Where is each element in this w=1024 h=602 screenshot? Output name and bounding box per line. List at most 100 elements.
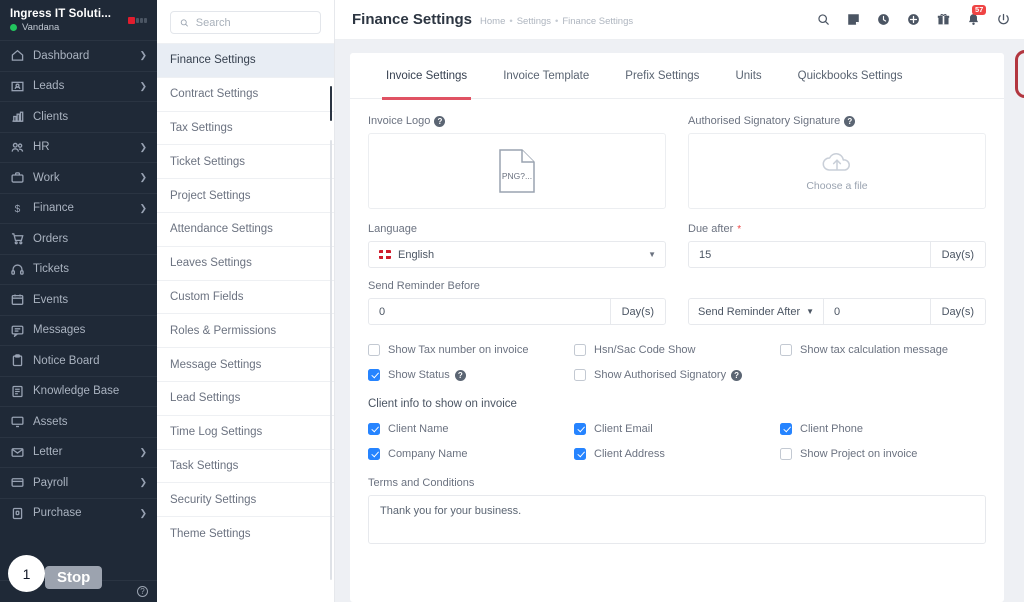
settings-item-theme-settings[interactable]: Theme Settings (157, 516, 334, 550)
question-icon[interactable]: ? (844, 115, 856, 127)
checkbox-show-authorised-signatory[interactable]: Show Authorised Signatory? (574, 364, 780, 386)
settings-item-time-log-settings[interactable]: Time Log Settings (157, 414, 334, 449)
checkbox-box[interactable] (368, 423, 380, 435)
checkbox-box[interactable] (574, 369, 586, 381)
sidebar-item-dashboard[interactable]: Dashboard ❯ (0, 40, 157, 71)
briefcase-icon (10, 171, 24, 185)
tab-units[interactable]: Units (717, 53, 779, 99)
settings-item-project-settings[interactable]: Project Settings (157, 178, 334, 212)
note-icon[interactable] (847, 13, 860, 26)
checkbox-box[interactable] (780, 448, 792, 460)
settings-scrollbar-track[interactable] (329, 140, 332, 580)
settings-item-custom-fields[interactable]: Custom Fields (157, 279, 334, 314)
sidebar-item-clients[interactable]: Clients (0, 101, 157, 132)
settings-item-ticket-settings[interactable]: Ticket Settings (157, 144, 334, 178)
checkbox-box[interactable] (368, 344, 380, 356)
reminder-after-field[interactable]: Send Reminder After ▼ 0 Day(s) (688, 298, 986, 325)
sidebar-item-tickets[interactable]: Tickets (0, 253, 157, 285)
power-icon[interactable] (997, 13, 1010, 26)
settings-item-lead-settings[interactable]: Lead Settings (157, 380, 334, 415)
question-icon[interactable]: ? (434, 115, 446, 127)
sidebar-item-events[interactable]: Events (0, 284, 157, 315)
breadcrumb-item[interactable]: Settings (517, 16, 551, 27)
breadcrumb-item[interactable]: Finance Settings (562, 16, 633, 27)
checkbox-client-name[interactable]: Client Name (368, 418, 574, 440)
brand-header[interactable]: Ingress IT Soluti... Vandana (0, 0, 157, 40)
due-after-value[interactable]: 15 (689, 249, 930, 261)
help-icon[interactable]: ? (137, 586, 148, 597)
finance-settings-panel: Invoice Settings Invoice Template Prefix S… (350, 50, 1024, 602)
language-select[interactable]: English ▼ (368, 241, 666, 268)
checkbox-show-project-on-invoice[interactable]: Show Project on invoice (780, 443, 986, 465)
checkbox-box[interactable] (780, 423, 792, 435)
gift-icon[interactable] (937, 13, 950, 26)
checkbox-box[interactable] (368, 448, 380, 460)
search-icon[interactable] (817, 13, 830, 26)
reminder-after-select[interactable]: Send Reminder After ▼ (689, 299, 825, 324)
checkbox-client-phone[interactable]: Client Phone (780, 418, 986, 440)
invoice-logo-group: Invoice Logo ? PNG?... (368, 115, 666, 209)
reminder-after-value[interactable]: 0 (824, 306, 930, 318)
settings-item-message-settings[interactable]: Message Settings (157, 347, 334, 381)
checkbox-company-name[interactable]: Company Name (368, 443, 574, 465)
sidebar-item-payroll[interactable]: Payroll ❯ (0, 467, 157, 498)
settings-search-box[interactable] (170, 11, 321, 34)
checkbox-client-address[interactable]: Client Address (574, 443, 780, 465)
sidebar-item-finance[interactable]: $ Finance ❯ (0, 192, 157, 224)
checkbox-box[interactable] (368, 369, 380, 381)
settings-item-label: Finance Settings (170, 54, 256, 67)
terms-textarea[interactable] (368, 495, 986, 544)
settings-item-label: Roles & Permissions (170, 324, 277, 337)
tab-invoice-settings[interactable]: Invoice Settings (368, 53, 485, 100)
tab-invoice-template[interactable]: Invoice Template (485, 53, 607, 99)
breadcrumb-item[interactable]: Home (480, 16, 505, 27)
settings-item-roles-permissions[interactable]: Roles & Permissions (157, 313, 334, 347)
sidebar-item-assets[interactable]: Assets (0, 406, 157, 437)
reminder-before-value[interactable]: 0 (369, 306, 610, 318)
checkbox-box[interactable] (574, 423, 586, 435)
settings-item-leaves-settings[interactable]: Leaves Settings (157, 245, 334, 280)
checkbox-hsn-sac-code-show[interactable]: Hsn/Sac Code Show (574, 339, 780, 361)
plus-circle-icon[interactable] (907, 13, 920, 26)
sidebar-item-hr[interactable]: HR ❯ (0, 131, 157, 163)
tab-prefix-settings[interactable]: Prefix Settings (607, 53, 717, 99)
question-icon[interactable]: ? (731, 369, 743, 381)
checkbox-show-tax-calculation-message[interactable]: Show tax calculation message (780, 339, 986, 361)
stop-button[interactable]: Stop (45, 566, 103, 589)
sidebar-item-label: Messages (33, 324, 86, 337)
checkbox-show-tax-number-on-invoice[interactable]: Show Tax number on invoice (368, 339, 574, 361)
signature-dropzone[interactable]: Choose a file (688, 133, 986, 209)
settings-scrollbar-thumb[interactable] (329, 86, 332, 121)
checkbox-client-email[interactable]: Client Email (574, 418, 780, 440)
sidebar-item-purchase[interactable]: Purchase ❯ (0, 497, 157, 529)
language-value: English (398, 248, 435, 261)
settings-item-contract-settings[interactable]: Contract Settings (157, 76, 334, 111)
checkbox-box[interactable] (574, 448, 586, 460)
tab-quickbooks-settings[interactable]: Quickbooks Settings (780, 53, 921, 99)
checkbox-show-status[interactable]: Show Status? (368, 364, 574, 386)
sidebar-item-leads[interactable]: Leads ❯ (0, 70, 157, 102)
settings-item-tax-settings[interactable]: Tax Settings (157, 110, 334, 145)
chevron-down-icon[interactable]: ▼ (648, 250, 665, 259)
clock-icon[interactable] (877, 13, 890, 26)
settings-item-security-settings[interactable]: Security Settings (157, 482, 334, 516)
bell-icon[interactable]: 57 (967, 5, 987, 26)
sidebar-item-orders[interactable]: Orders (0, 223, 157, 254)
upload-row: Invoice Logo ? PNG?... Authorised Signat… (368, 115, 986, 209)
sidebar-item-notice-board[interactable]: Notice Board (0, 345, 157, 376)
due-after-field[interactable]: 15 Day(s) (688, 241, 986, 268)
sidebar-item-knowledge-base[interactable]: Knowledge Base (0, 375, 157, 407)
sidebar-item-work[interactable]: Work ❯ (0, 162, 157, 193)
question-icon[interactable]: ? (454, 369, 466, 381)
sidebar-item-letter[interactable]: Letter ❯ (0, 436, 157, 468)
reminder-row: Send Reminder Before 0 Day(s) Send Remin… (368, 280, 986, 325)
reminder-before-field[interactable]: 0 Day(s) (368, 298, 666, 325)
checkbox-box[interactable] (780, 344, 792, 356)
settings-item-finance-settings[interactable]: Finance Settings (157, 43, 334, 77)
checkbox-box[interactable] (574, 344, 586, 356)
search-input[interactable] (195, 16, 311, 29)
sidebar-item-messages[interactable]: Messages (0, 314, 157, 346)
settings-item-task-settings[interactable]: Task Settings (157, 448, 334, 483)
settings-item-attendance-settings[interactable]: Attendance Settings (157, 211, 334, 246)
invoice-logo-dropzone[interactable]: PNG?... (368, 133, 666, 209)
